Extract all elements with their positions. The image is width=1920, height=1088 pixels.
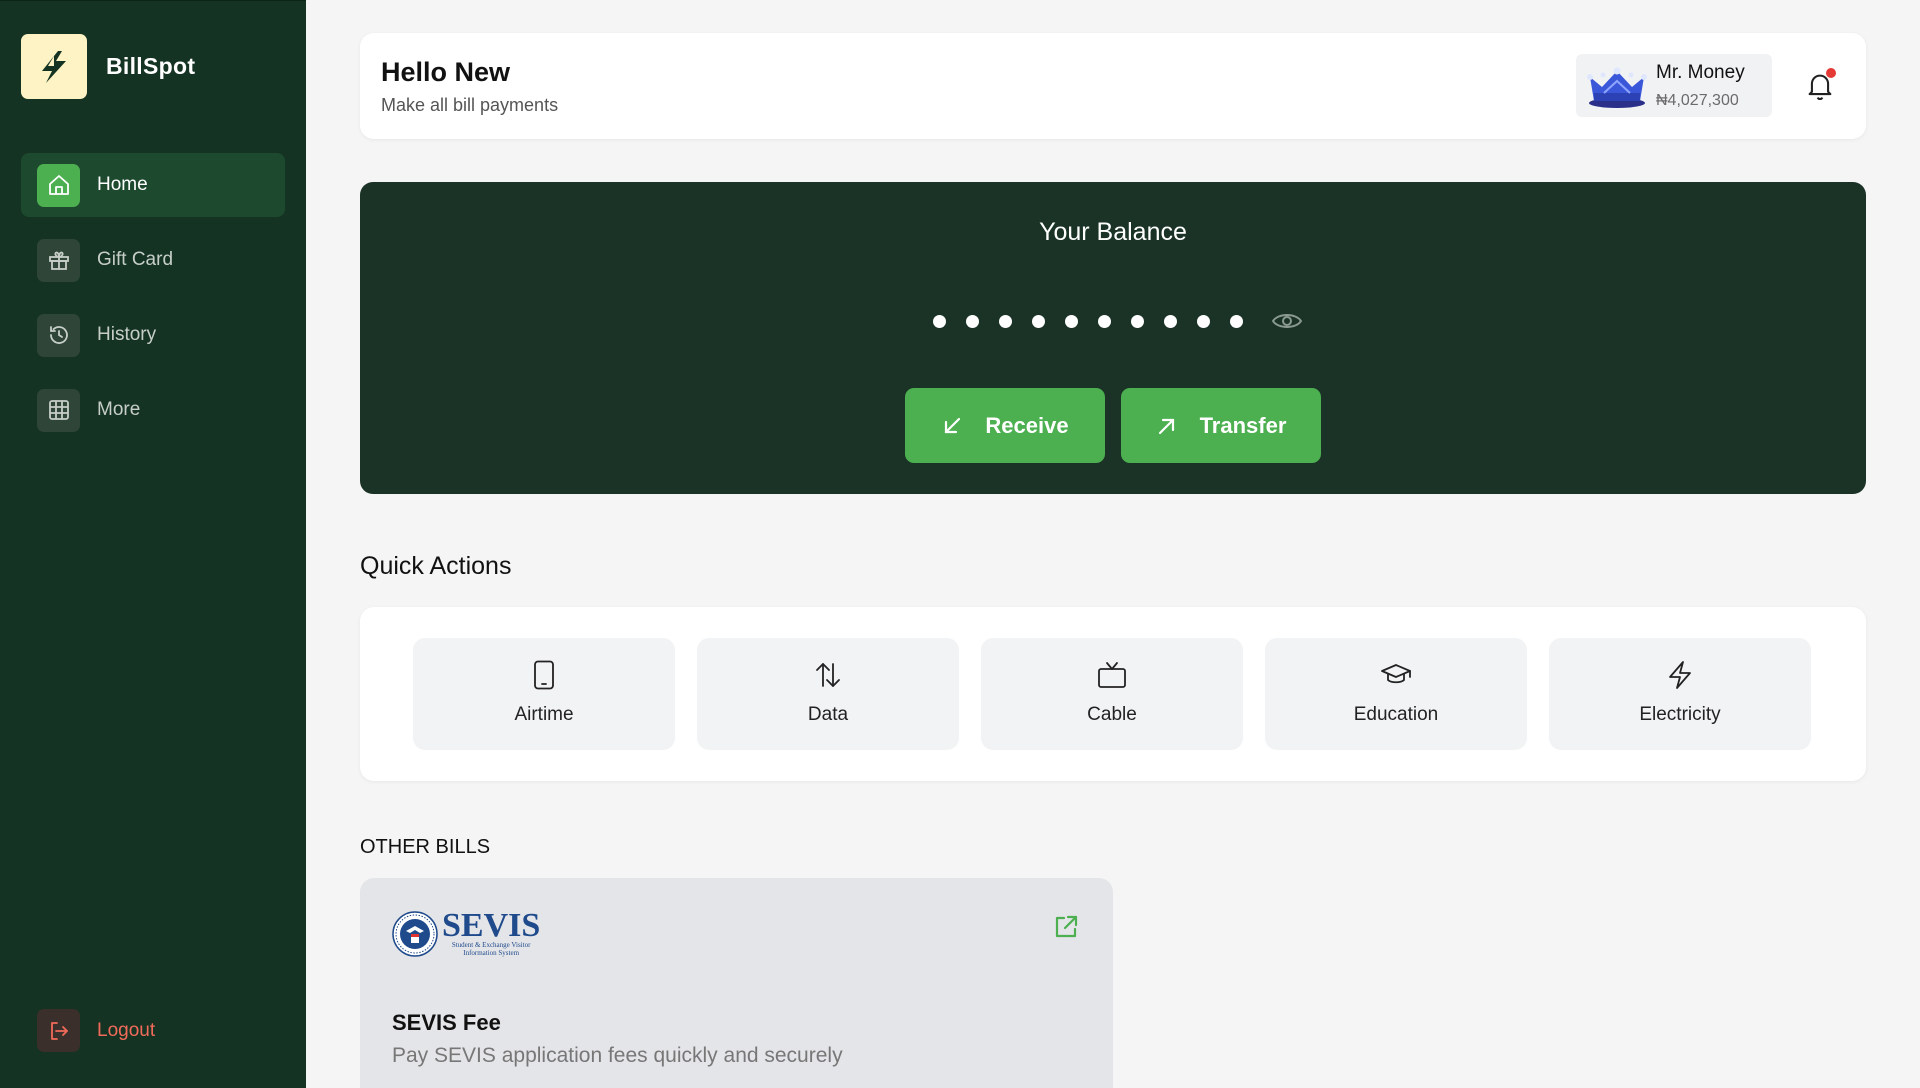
quick-action-education[interactable]: Education: [1265, 638, 1527, 750]
phone-icon: [533, 659, 555, 691]
quick-action-label: Education: [1353, 704, 1439, 725]
sevis-wordmark: SEVIS Student & Exchange Visitor Informa…: [442, 907, 541, 958]
eye-icon: [1271, 314, 1303, 328]
gift-icon: [37, 238, 80, 282]
mask-dot: [966, 315, 979, 328]
logout-icon: [37, 1009, 80, 1052]
mask-dot: [1164, 315, 1177, 328]
sidebar-item-label: Gift Card: [97, 249, 174, 270]
user-info: Mr. Money ₦4,027,300: [1656, 62, 1745, 110]
bill-card-sevis[interactable]: SEVIS Student & Exchange Visitor Informa…: [360, 878, 1113, 1088]
crown-avatar-icon: [1586, 62, 1648, 110]
toggle-balance-visibility[interactable]: [1270, 306, 1304, 336]
quick-action-cable[interactable]: Cable: [981, 638, 1243, 750]
balance-title: Your Balance: [1039, 218, 1187, 246]
sidebar-item-history[interactable]: History: [21, 303, 285, 367]
mask-dot: [1197, 315, 1210, 328]
user-balance: ₦4,027,300: [1656, 91, 1739, 109]
quick-action-label: Cable: [1087, 704, 1137, 725]
grid-icon: [37, 388, 80, 432]
notification-button[interactable]: [1800, 66, 1840, 106]
sidebar-item-label: More: [97, 399, 141, 420]
mask-dot: [999, 315, 1012, 328]
receive-label: Receive: [985, 412, 1069, 438]
balance-card: Your Balance Receive Transfer: [360, 182, 1866, 494]
arrow-up-right-icon: [1158, 418, 1174, 434]
mask-dot: [933, 315, 946, 328]
sidebar-item-more[interactable]: More: [21, 378, 285, 442]
open-external-button[interactable]: [1050, 911, 1082, 943]
user-profile-chip[interactable]: Mr. Money ₦4,027,300: [1576, 54, 1772, 117]
quick-action-label: Electricity: [1639, 704, 1721, 725]
logout-label: Logout: [97, 1019, 156, 1041]
sidebar-item-label: History: [97, 324, 157, 345]
external-link-icon: [1055, 915, 1078, 938]
header-card: Hello New Make all bill payments Mr. Mon…: [360, 33, 1866, 139]
quick-action-label: Airtime: [514, 704, 574, 725]
lightning-icon: [1666, 659, 1694, 691]
brand[interactable]: BillSpot: [21, 34, 195, 99]
quick-action-airtime[interactable]: Airtime: [413, 638, 675, 750]
sidebar-item-gift-card[interactable]: Gift Card: [21, 228, 285, 292]
sidebar-item-label: Home: [97, 174, 148, 195]
arrows-up-down-icon: [814, 659, 842, 691]
user-name: Mr. Money: [1656, 61, 1745, 83]
notification-dot: [1826, 68, 1836, 78]
logout-button[interactable]: Logout: [37, 1009, 155, 1052]
bill-name: SEVIS Fee: [392, 1010, 501, 1035]
quick-action-data[interactable]: Data: [697, 638, 959, 750]
sevis-logo: SEVIS Student & Exchange Visitor Informa…: [392, 907, 541, 958]
quick-action-electricity[interactable]: Electricity: [1549, 638, 1811, 750]
other-bills-title: OTHER BILLS: [360, 836, 491, 858]
greeting-title: Hello New: [381, 57, 511, 87]
sevis-word: SEVIS: [442, 907, 541, 944]
masked-balance: [933, 315, 1263, 328]
sidebar-item-home[interactable]: Home: [21, 153, 285, 217]
sidebar-nav: Home Gift Card History More: [21, 153, 285, 453]
bill-description: Pay SEVIS application fees quickly and s…: [392, 1044, 843, 1067]
mask-dot: [1098, 315, 1111, 328]
tv-icon: [1097, 659, 1127, 691]
sevis-tagline: Student & Exchange Visitor: [451, 941, 531, 949]
graduation-cap-icon: [1380, 659, 1412, 691]
arrow-down-left-icon: [945, 417, 961, 433]
mask-dot: [1065, 315, 1078, 328]
mask-dot: [1131, 315, 1144, 328]
history-icon: [37, 313, 80, 357]
quick-action-label: Data: [807, 704, 849, 725]
receive-button[interactable]: Receive: [905, 388, 1105, 463]
greeting-subtitle: Make all bill payments: [381, 95, 559, 115]
quick-actions-title: Quick Actions: [360, 552, 512, 580]
quick-actions-card: Airtime Data Cable Education Electricity: [360, 607, 1866, 781]
dhs-seal-icon: [392, 911, 438, 957]
brand-name: BillSpot: [106, 53, 196, 79]
mask-dot: [1230, 315, 1243, 328]
transfer-label: Transfer: [1199, 412, 1287, 438]
sevis-tagline: Information System: [463, 949, 520, 957]
brand-logo-icon: [21, 34, 87, 99]
sidebar: BillSpot Home Gift Card History More Log…: [0, 0, 306, 1088]
transfer-button[interactable]: Transfer: [1121, 388, 1321, 463]
mask-dot: [1032, 315, 1045, 328]
home-icon: [37, 163, 80, 207]
